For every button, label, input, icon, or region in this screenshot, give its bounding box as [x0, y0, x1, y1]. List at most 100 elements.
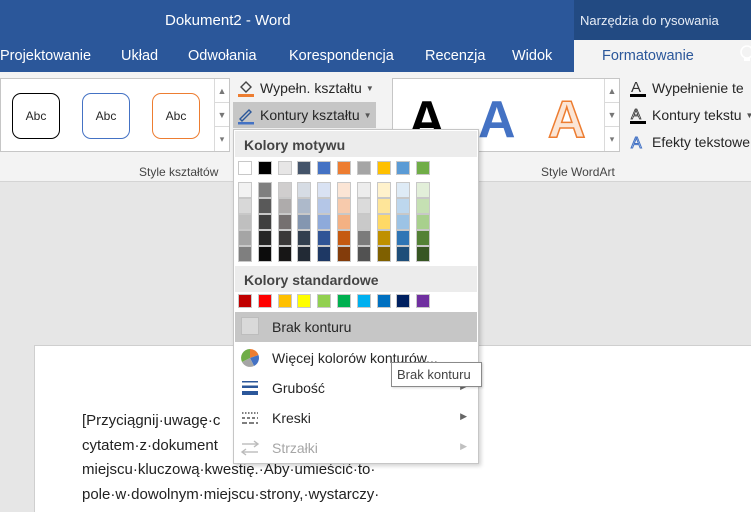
theme-color-swatch[interactable] [277, 161, 292, 175]
tab-mailings[interactable]: Korespondencja [289, 48, 394, 64]
wordart-sample-orange-outline[interactable]: A [547, 90, 586, 150]
wordart-gallery-scroller[interactable]: ▲ ▼ ▾ [604, 79, 619, 151]
gallery-more-icon[interactable]: ▾ [215, 127, 229, 151]
theme-color-swatch[interactable] [337, 161, 351, 175]
theme-color-swatch[interactable] [356, 161, 371, 175]
document-text-line[interactable]: cytatem·z·dokument [82, 437, 218, 454]
theme-shade-swatch[interactable] [277, 182, 292, 198]
standard-color-swatch[interactable] [416, 294, 431, 308]
theme-shade-swatch[interactable] [297, 214, 312, 230]
shape-gallery-scroller[interactable]: ▲ ▼ ▾ [214, 79, 229, 151]
tab-format[interactable]: Formatowanie [574, 40, 751, 72]
theme-shade-swatch[interactable] [297, 182, 312, 198]
theme-shade-swatch[interactable] [317, 230, 332, 246]
document-text-line[interactable]: [Przyciągnij·uwagę·c [82, 412, 220, 429]
theme-shade-swatch[interactable] [317, 214, 332, 230]
theme-shade-swatch[interactable] [297, 246, 312, 262]
theme-shade-swatch[interactable] [297, 198, 312, 214]
theme-shade-swatch[interactable] [277, 230, 292, 246]
standard-color-swatch[interactable] [356, 294, 371, 308]
theme-shade-swatch[interactable] [356, 230, 371, 246]
theme-shade-swatch[interactable] [416, 198, 431, 214]
theme-shade-swatch[interactable] [337, 230, 351, 246]
theme-shade-swatch[interactable] [396, 246, 411, 262]
theme-shade-swatch[interactable] [376, 230, 391, 246]
gallery-more-icon[interactable]: ▾ [605, 127, 619, 151]
tab-review[interactable]: Recenzja [425, 48, 485, 64]
theme-shade-swatch[interactable] [396, 182, 411, 198]
lightbulb-icon[interactable] [737, 44, 751, 64]
theme-shade-swatch[interactable] [396, 214, 411, 230]
theme-shade-swatch[interactable] [277, 246, 292, 262]
scroll-up-icon[interactable]: ▲ [215, 79, 229, 103]
scroll-down-icon[interactable]: ▼ [215, 103, 229, 127]
theme-shade-swatch[interactable] [416, 182, 431, 198]
tab-layout[interactable]: Układ [121, 48, 158, 64]
standard-color-swatch[interactable] [257, 294, 272, 308]
theme-shade-swatch[interactable] [238, 198, 252, 214]
theme-shade-swatch[interactable] [238, 182, 252, 198]
theme-color-swatch[interactable] [317, 161, 332, 175]
standard-color-swatch[interactable] [297, 294, 312, 308]
theme-color-swatch[interactable] [297, 161, 312, 175]
no-outline-item[interactable]: Brak konturu [235, 312, 477, 342]
theme-shade-swatch[interactable] [277, 198, 292, 214]
theme-color-swatch[interactable] [376, 161, 391, 175]
standard-color-swatch[interactable] [317, 294, 332, 308]
theme-shade-swatch[interactable] [257, 246, 272, 262]
theme-shade-swatch[interactable] [257, 198, 272, 214]
theme-shade-swatch[interactable] [257, 230, 272, 246]
theme-shade-swatch[interactable] [337, 198, 351, 214]
standard-color-swatch[interactable] [376, 294, 391, 308]
theme-shade-swatch[interactable] [396, 198, 411, 214]
theme-shade-swatch[interactable] [337, 246, 351, 262]
theme-shade-swatch[interactable] [257, 214, 272, 230]
theme-color-swatch[interactable] [416, 161, 431, 175]
text-fill-button[interactable]: A Wypełnienie te [628, 77, 744, 99]
theme-shade-swatch[interactable] [396, 230, 411, 246]
shape-style-sample-black[interactable]: Abc [12, 93, 60, 139]
theme-shade-swatch[interactable] [356, 246, 371, 262]
outline-dashes-item[interactable]: Kreski ▶ [235, 403, 477, 433]
standard-color-swatch[interactable] [337, 294, 351, 308]
theme-shade-swatch[interactable] [356, 198, 371, 214]
theme-shade-swatch[interactable] [356, 214, 371, 230]
standard-color-swatch[interactable] [396, 294, 411, 308]
theme-shade-swatch[interactable] [337, 182, 351, 198]
theme-color-swatch[interactable] [257, 161, 272, 175]
theme-shade-swatch[interactable] [416, 214, 431, 230]
theme-shade-swatch[interactable] [238, 246, 252, 262]
scroll-down-icon[interactable]: ▼ [605, 103, 619, 127]
shape-styles-gallery[interactable]: Abc Abc Abc ▲ ▼ ▾ [0, 78, 230, 152]
shape-fill-button[interactable]: Wypełn. kształtu ▼ [236, 77, 374, 99]
standard-color-swatch[interactable] [238, 294, 252, 308]
theme-shade-swatch[interactable] [317, 198, 332, 214]
theme-shade-swatch[interactable] [376, 246, 391, 262]
theme-shade-swatch[interactable] [238, 230, 252, 246]
text-outline-button[interactable]: A Kontury tekstu ▼ [628, 104, 751, 126]
theme-shade-swatch[interactable] [337, 214, 351, 230]
theme-shade-swatch[interactable] [416, 230, 431, 246]
theme-shade-swatch[interactable] [317, 182, 332, 198]
theme-shade-swatch[interactable] [257, 182, 272, 198]
theme-shade-swatch[interactable] [376, 182, 391, 198]
theme-shade-swatch[interactable] [238, 214, 252, 230]
theme-color-swatch[interactable] [396, 161, 411, 175]
theme-color-swatch[interactable] [238, 161, 252, 175]
tab-references[interactable]: Odwołania [188, 48, 257, 64]
tab-design[interactable]: Projektowanie [0, 48, 91, 64]
theme-shade-swatch[interactable] [317, 246, 332, 262]
theme-shade-swatch[interactable] [297, 230, 312, 246]
text-effects-button[interactable]: A Efekty tekstowe [628, 131, 751, 153]
theme-shade-swatch[interactable] [277, 214, 292, 230]
theme-shade-swatch[interactable] [376, 214, 391, 230]
shape-style-sample-blue[interactable]: Abc [82, 93, 130, 139]
wordart-sample-blue[interactable]: A [478, 90, 516, 150]
tab-view[interactable]: Widok [512, 48, 552, 64]
document-text-line[interactable]: pole·w·dowolnym·miejscu·strony,·wystarcz… [82, 486, 379, 503]
scroll-up-icon[interactable]: ▲ [605, 79, 619, 103]
shape-style-sample-orange[interactable]: Abc [152, 93, 200, 139]
theme-shade-swatch[interactable] [356, 182, 371, 198]
shape-outline-button[interactable]: Kontury kształtu ▼ [233, 102, 376, 128]
theme-shade-swatch[interactable] [416, 246, 431, 262]
